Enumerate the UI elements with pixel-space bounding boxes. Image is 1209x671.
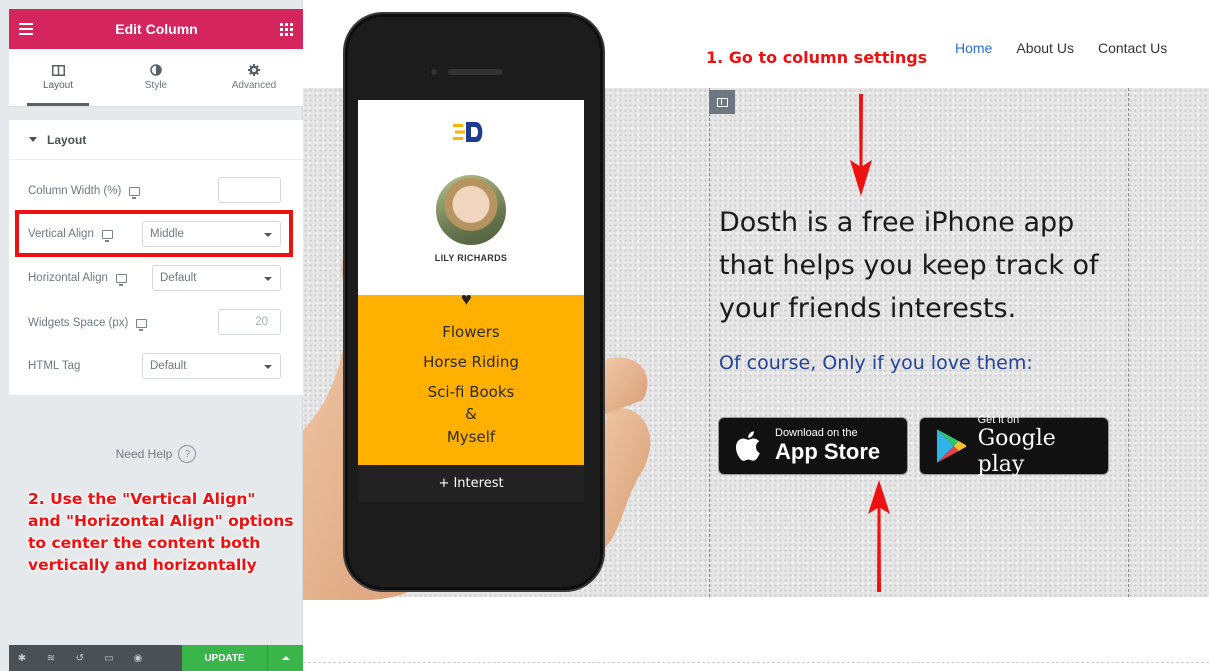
gear-icon [247, 64, 261, 76]
step2-line: vertically and horizontally [28, 556, 257, 574]
google-play-small-text: Get it on [977, 414, 1020, 426]
step2-annotation: 2. Use the "Vertical Align" and "Horizon… [28, 488, 294, 576]
preview-eye-icon[interactable]: ◉ [133, 653, 143, 664]
caret-down-icon [29, 137, 37, 142]
interest-item: Sci-fi Books [427, 383, 515, 401]
panel-tabs: Layout Style Advanced [9, 49, 303, 107]
tab-layout-label: Layout [42, 80, 74, 91]
question-icon: ? [178, 445, 197, 463]
horizontal-align-select[interactable]: Default [152, 265, 281, 291]
headline-line: your friends interests. [719, 293, 1017, 324]
hero-subline: Of course, Only if you love them: [719, 352, 1033, 374]
control-html-tag: HTML Tag Default [9, 348, 303, 384]
column-outline [709, 88, 1129, 597]
editor-footer: ✱ ≋ ↺ ▭ ◉ UPDATE [9, 645, 303, 671]
nav-contact[interactable]: Contact Us [1098, 40, 1167, 56]
interest-item: & [465, 405, 477, 423]
google-play-big-text: Google play [977, 426, 1056, 477]
vertical-align-highlight-box [15, 210, 293, 257]
interest-item: Horse Riding [423, 353, 519, 371]
headline-line: Dosth is a free iPhone app [719, 207, 1075, 238]
half-circle-icon [149, 64, 163, 76]
horizontal-align-label: Horizontal Align [28, 272, 108, 284]
html-tag-label: HTML Tag [28, 360, 81, 372]
desktop-icon[interactable] [129, 186, 141, 199]
column-width-input[interactable] [218, 177, 281, 203]
heart-icon: ♥ [461, 289, 472, 309]
phone-speaker [448, 69, 503, 75]
google-play-button[interactable]: Get it on Google play [919, 414, 1109, 477]
step2-line: to center the content both [28, 534, 261, 552]
step1-annotation: 1. Go to column settings [706, 48, 928, 67]
html-tag-select[interactable]: Default [142, 353, 281, 379]
caret-up-icon [281, 656, 290, 660]
column-settings-handle[interactable] [709, 90, 735, 114]
horizontal-align-value: Default [160, 272, 197, 284]
headline-line: that helps you keep track of [719, 250, 1099, 281]
column-icon [716, 97, 728, 107]
chevron-down-icon [264, 277, 272, 281]
add-interest-button[interactable]: + Interest [358, 465, 584, 502]
editor-header: Edit Column [9, 9, 303, 49]
history-icon[interactable]: ↺ [75, 653, 85, 664]
app-store-small-text: Download on the [775, 427, 858, 439]
desktop-icon[interactable] [115, 273, 127, 286]
phone-screen: LILY RICHARDS Flowers Horse Riding Sci-f… [358, 100, 584, 502]
tab-style-label: Style [144, 80, 168, 91]
phone-camera-icon [431, 69, 437, 75]
hero-headline: Dosth is a free iPhone app that helps yo… [719, 201, 1159, 330]
interests-panel: Flowers Horse Riding Sci-fi Books & Myse… [358, 295, 584, 465]
step2-line: 2. Use the "Vertical Align" [28, 490, 256, 508]
tab-style[interactable]: Style [107, 49, 205, 106]
need-help-link[interactable]: Need Help ? [9, 445, 303, 463]
control-horizontal-align: Horizontal Align Default [9, 260, 303, 296]
menu-icon[interactable] [19, 23, 33, 35]
section-divider [303, 662, 1209, 663]
app-store-button[interactable]: Download on the App Store [718, 417, 908, 475]
interest-item: Myself [446, 428, 496, 446]
google-play-icon [936, 429, 967, 463]
nav-about[interactable]: About Us [1016, 40, 1074, 56]
tab-advanced[interactable]: Advanced [205, 49, 303, 106]
need-help-label: Need Help [115, 447, 173, 461]
panel-title: Edit Column [115, 21, 198, 37]
widgets-space-input[interactable]: 20 [218, 309, 281, 335]
tab-advanced-label: Advanced [231, 80, 277, 91]
layout-controls: Column Width (%) Vertical Align Middle H… [9, 160, 303, 395]
control-widgets-space: Widgets Space (px) 20 [9, 305, 303, 341]
profile-photo [434, 173, 508, 247]
navigator-layers-icon[interactable]: ≋ [46, 653, 56, 664]
nav-home[interactable]: Home [955, 40, 992, 56]
site-nav: Home About Us Contact Us [955, 40, 1167, 56]
control-column-width: Column Width (%) [9, 173, 303, 209]
widgets-space-label: Widgets Space (px) [28, 317, 129, 329]
responsive-mode-icon[interactable]: ▭ [104, 653, 114, 664]
app-logo [453, 122, 483, 142]
step2-line: and "Horizontal Align" options [28, 512, 294, 530]
down-arrow-annotation [850, 94, 872, 196]
chevron-down-icon [264, 365, 272, 369]
app-store-big-text: App Store [775, 439, 881, 464]
profile-name: LILY RICHARDS [434, 253, 508, 263]
section-title: Layout [47, 132, 87, 147]
html-tag-value: Default [150, 360, 187, 372]
column-width-label: Column Width (%) [28, 185, 122, 197]
update-options-button[interactable] [268, 645, 303, 671]
widgets-grid-icon[interactable] [280, 22, 293, 36]
layout-section-toggle[interactable]: Layout [9, 120, 303, 160]
columns-icon [51, 64, 65, 76]
up-arrow-annotation [868, 480, 890, 592]
apple-icon [735, 431, 760, 461]
update-button[interactable]: UPDATE [182, 645, 268, 671]
settings-icon[interactable]: ✱ [17, 653, 27, 664]
tab-layout[interactable]: Layout [9, 49, 107, 106]
desktop-icon[interactable] [136, 318, 148, 331]
interest-item: Flowers [442, 323, 500, 341]
